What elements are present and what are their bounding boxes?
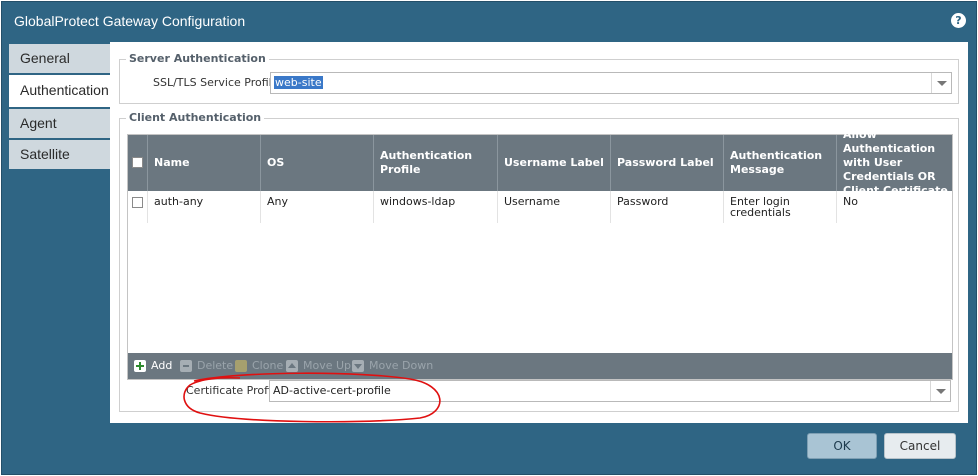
add-label: Add [151,359,173,372]
add-icon [134,359,146,372]
column-header-allow-auth[interactable]: Allow Authentication with User Credentia… [837,128,952,197]
ssl-service-profile-value: web-site [274,76,323,89]
cancel-button[interactable]: Cancel [884,433,956,459]
arrow-down-icon [352,359,364,372]
server-authentication-legend: Server Authentication [126,52,269,65]
authentication-panel: Server Authentication SSL/TLS Service Pr… [110,42,968,423]
row-select-cell [128,191,148,223]
ssl-service-profile-select[interactable]: web-site [270,72,952,94]
title-bar: GlobalProtect Gateway Configuration ? [2,2,976,42]
cell-auth-profile: windows-ldap [374,191,498,223]
ok-button[interactable]: OK [807,433,877,459]
arrow-up-icon [286,359,298,372]
column-header-name[interactable]: Name [148,135,261,191]
cell-name: auth-any [148,191,261,223]
client-authentication-legend: Client Authentication [126,111,265,124]
annotation-stroke [183,372,441,423]
chevron-down-icon[interactable] [930,381,950,401]
row-checkbox[interactable] [132,197,143,208]
clone-icon [235,359,247,372]
tab-authentication[interactable]: Authentication [9,75,110,107]
dialog-title: GlobalProtect Gateway Configuration [14,13,246,29]
column-header-auth-message[interactable]: Authentication Message [724,135,837,191]
cell-allow-auth: No [843,195,858,208]
tab-satellite[interactable]: Satellite [9,140,110,169]
delete-icon [180,359,192,372]
column-header-auth-profile[interactable]: Authentication Profile [374,135,498,191]
column-header-password-label[interactable]: Password Label [611,135,724,191]
tab-list: General Authentication Agent Satellite [9,44,110,171]
ssl-service-profile-label: SSL/TLS Service Profile [153,76,279,89]
client-auth-table: Name OS Authentication Profile Username … [127,128,953,380]
client-authentication-section: Client Authentication Name OS Authentica… [119,111,959,412]
select-all-cell [128,135,148,191]
cell-os: Any [261,191,374,223]
gateway-config-dialog: GlobalProtect Gateway Configuration ? Ge… [1,1,977,475]
tab-agent[interactable]: Agent [9,109,110,138]
cell-password-label: Password [611,191,724,223]
select-all-checkbox[interactable] [132,157,143,168]
red-annotation-circle [183,372,441,423]
column-header-os[interactable]: OS [261,135,374,191]
help-icon[interactable]: ? [951,13,966,28]
add-button[interactable]: Add [134,359,172,372]
chevron-down-icon[interactable] [931,73,951,93]
tab-general[interactable]: General [9,44,110,73]
column-header-username-label[interactable]: Username Label [498,135,611,191]
table-header: Name OS Authentication Profile Username … [128,128,952,197]
server-authentication-section: Server Authentication SSL/TLS Service Pr… [119,52,959,104]
table-row[interactable]: auth-any Any windows-ldap Username Passw… [128,191,952,223]
cell-auth-message: Enter login credentials [724,191,837,223]
cell-username-label: Username [498,191,611,223]
